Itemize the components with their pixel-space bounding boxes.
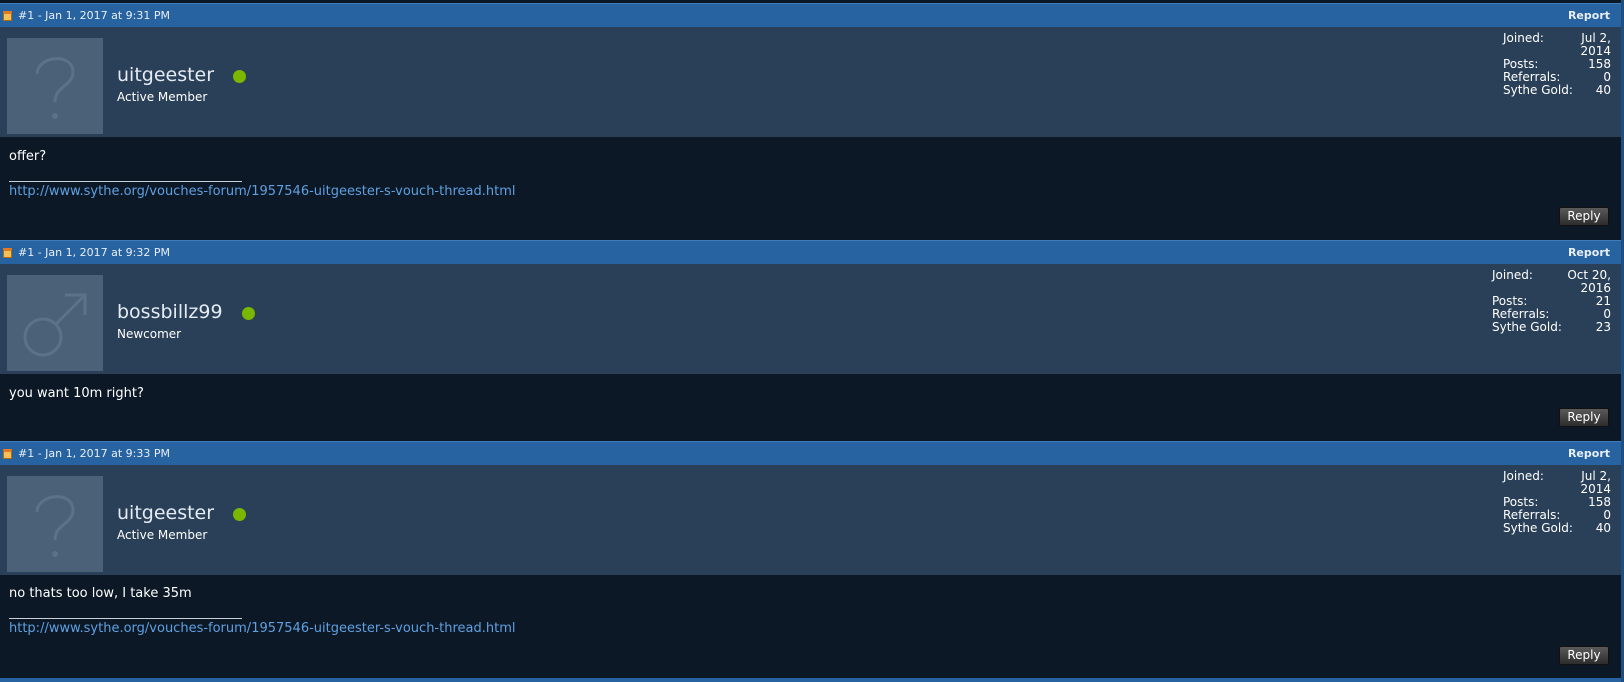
gold-label: Sythe Gold:: [1492, 320, 1562, 334]
post-header: #1 - Jan 1, 2017 at 9:31 PM Report: [0, 3, 1624, 27]
post-body: you want 10m right? Reply: [0, 374, 1624, 440]
post-meta: #1 - Jan 1, 2017 at 9:32 PM: [18, 246, 170, 259]
user-info-panel: bossbillz99 Newcomer Joined: Oct 20, 2016…: [0, 264, 1624, 374]
post-meta: #1 - Jan 1, 2017 at 9:31 PM: [18, 9, 170, 22]
joined-value: Jul 2, 2014: [1580, 31, 1611, 58]
avatar[interactable]: [7, 38, 103, 134]
online-status-dot: [242, 307, 255, 320]
joined-label: Joined:: [1492, 268, 1533, 282]
report-link[interactable]: Report: [1568, 9, 1610, 22]
signature-link[interactable]: http://www.sythe.org/vouches-forum/19575…: [9, 184, 515, 199]
signature-link[interactable]: http://www.sythe.org/vouches-forum/19575…: [9, 621, 515, 636]
post-header: #1 - Jan 1, 2017 at 9:33 PM Report: [0, 441, 1624, 465]
report-link[interactable]: Report: [1568, 447, 1610, 460]
user-stats: Joined: Oct 20, 2016 Posts: 21 Referrals: 0…: [1492, 269, 1611, 334]
user-stats: Joined: Jul 2, 2014 Posts: 158 Referrals: 0…: [1503, 470, 1611, 535]
gold-value: 23: [1595, 320, 1611, 334]
post-header: #1 - Jan 1, 2017 at 9:32 PM Report: [0, 240, 1624, 264]
username[interactable]: uitgeester: [117, 64, 214, 86]
question-mark-icon: [35, 57, 75, 119]
online-status-dot: [233, 508, 246, 521]
joined-value: Jul 2, 2014: [1580, 469, 1611, 496]
avatar[interactable]: [7, 275, 103, 371]
user-rank: Active Member: [117, 528, 208, 542]
user-rank: Active Member: [117, 90, 208, 104]
post-body: offer? http://www.sythe.org/vouches-foru…: [0, 137, 1624, 237]
username[interactable]: bossbillz99: [117, 301, 223, 323]
joined-value: Oct 20, 2016: [1567, 268, 1611, 295]
gold-label: Sythe Gold:: [1503, 83, 1573, 97]
joined-label: Joined:: [1503, 469, 1544, 483]
reply-button[interactable]: Reply: [1559, 207, 1609, 226]
user-rank: Newcomer: [117, 327, 182, 341]
user-info-panel: uitgeester Active Member Joined: Jul 2, 2…: [0, 465, 1624, 575]
post-meta: #1 - Jan 1, 2017 at 9:33 PM: [18, 447, 170, 460]
username[interactable]: uitgeester: [117, 502, 214, 524]
report-link[interactable]: Report: [1568, 246, 1610, 259]
post-status-icon: [3, 11, 12, 21]
post-message: no thats too low, I take 35m: [9, 586, 192, 601]
avatar[interactable]: [7, 476, 103, 572]
post-body: no thats too low, I take 35m http://www.…: [0, 575, 1624, 678]
user-stats: Joined: Jul 2, 2014 Posts: 158 Referrals: 0…: [1503, 32, 1611, 97]
signature-divider: [9, 618, 242, 619]
online-status-dot: [233, 70, 246, 83]
question-mark-icon: [35, 495, 75, 557]
post-status-icon: [3, 248, 12, 258]
user-info-panel: uitgeester Active Member Joined: Jul 2, 2…: [0, 27, 1624, 137]
post-message: offer?: [9, 149, 47, 164]
gold-value: 40: [1595, 521, 1611, 535]
reply-button[interactable]: Reply: [1559, 646, 1609, 665]
joined-label: Joined:: [1503, 31, 1544, 45]
signature-divider: [9, 181, 242, 182]
gold-value: 40: [1595, 83, 1611, 97]
gold-label: Sythe Gold:: [1503, 521, 1573, 535]
post-status-icon: [3, 449, 12, 459]
male-symbol-icon: [23, 293, 87, 357]
reply-button[interactable]: Reply: [1559, 408, 1609, 427]
post-message: you want 10m right?: [9, 386, 144, 401]
next-post-header-edge: [0, 678, 1624, 682]
